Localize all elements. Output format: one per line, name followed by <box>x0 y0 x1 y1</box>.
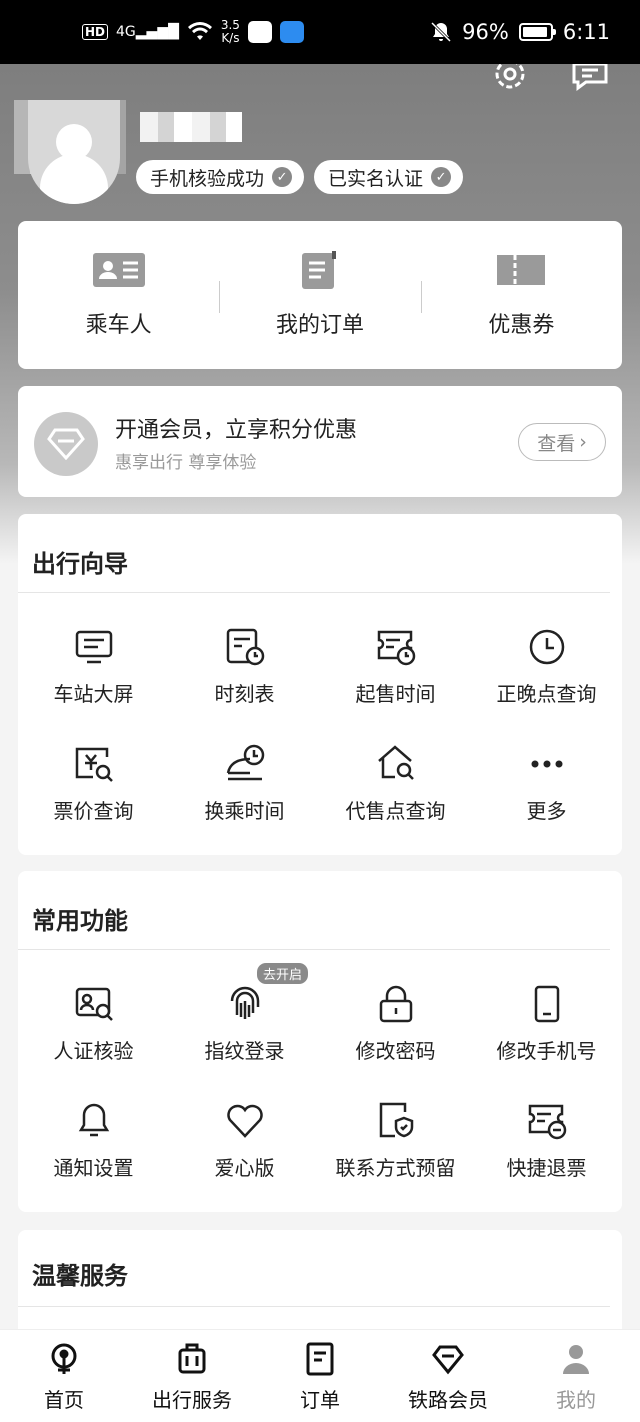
luggage-icon <box>178 1343 206 1374</box>
refund-ticket-icon <box>528 1104 566 1140</box>
user-icon <box>563 1345 589 1374</box>
coupon-icon <box>497 255 546 285</box>
check-icon: ✓ <box>272 167 293 187</box>
fare-query-item[interactable]: 票价查询 <box>18 735 169 852</box>
station-screen-item[interactable]: 车站大屏 <box>18 618 169 735</box>
change-phone-item[interactable]: 修改手机号 <box>471 975 622 1092</box>
phone-verified-badge[interactable]: 手机核验成功 ✓ <box>136 160 305 194</box>
train-home-icon <box>51 1343 77 1374</box>
fingerprint-icon <box>230 986 259 1019</box>
verification-badges: 手机核验成功 ✓ 已实名认证 ✓ <box>136 160 464 194</box>
train-clock-icon <box>226 744 264 781</box>
common-functions-section: 常用功能 人证核验 去开启 指纹登录 修改密码 修改手机号 通知设置 爱心版 联… <box>18 871 622 1212</box>
enable-tag: 去开启 <box>257 963 309 984</box>
agency-query-item[interactable]: 代售点查询 <box>320 735 471 852</box>
bell-icon <box>78 1103 109 1137</box>
tab-mine[interactable]: 我的 <box>512 1330 640 1422</box>
check-icon: ✓ <box>431 167 452 187</box>
travel-guide-section: 出行向导 车站大屏 时刻表 起售时间 正晚点查询 票价查询 换乘时间 代售点查询… <box>18 514 622 855</box>
username-blurred <box>140 112 242 142</box>
quick-refund-item[interactable]: 快捷退票 <box>471 1092 622 1209</box>
shield-doc-icon <box>379 1102 413 1138</box>
bottom-tab-bar: 首页 出行服务 订单 铁路会员 我的 <box>0 1329 640 1422</box>
header-actions <box>490 64 610 94</box>
passengers-link[interactable]: 乘车人 <box>18 251 219 339</box>
schedule-icon <box>226 628 264 666</box>
quick-links-card: 乘车人 我的订单 优惠券 <box>18 221 622 369</box>
my-orders-link[interactable]: 我的订单 <box>219 251 420 339</box>
battery-percent: 96% <box>462 20 509 44</box>
wifi-icon <box>187 22 212 40</box>
delay-query-item[interactable]: 正晚点查询 <box>471 618 622 735</box>
status-bar: HD 4G▂▄▆█ 3.5 K/s 96% 6:11 <box>0 0 640 64</box>
battery-icon <box>518 23 556 41</box>
face-id-icon <box>75 987 113 1021</box>
clock: 6:11 <box>562 20 610 44</box>
monitor-icon <box>75 630 112 664</box>
ticket-clock-icon <box>377 630 415 666</box>
settings-icon[interactable] <box>490 64 530 94</box>
diamond-icon <box>34 412 98 476</box>
lock-icon <box>379 985 412 1023</box>
tab-home[interactable]: 首页 <box>0 1330 128 1422</box>
network-speed: 3.5 K/s <box>220 18 240 45</box>
diamond-icon <box>432 1345 464 1375</box>
avatar[interactable] <box>28 100 120 204</box>
transfer-time-item[interactable]: 换乘时间 <box>169 735 320 852</box>
coupons-link[interactable]: 优惠券 <box>420 251 622 339</box>
care-mode-item[interactable]: 爱心版 <box>169 1092 320 1209</box>
app-notification-icon <box>247 21 272 43</box>
chevron-right-icon: › <box>579 431 587 453</box>
id-card-icon <box>92 253 145 287</box>
change-password-item[interactable]: 修改密码 <box>320 975 471 1092</box>
order-icon <box>306 1342 334 1376</box>
view-member-button[interactable]: 查看 › <box>518 423 606 461</box>
hd-indicator: HD <box>82 24 109 40</box>
house-search-icon <box>377 745 414 780</box>
divider <box>18 949 610 950</box>
contact-reserve-item[interactable]: 联系方式预留 <box>320 1092 471 1209</box>
more-dots-icon <box>531 760 562 768</box>
warm-services-section: 温馨服务 <box>18 1230 622 1340</box>
section-title: 温馨服务 <box>32 1262 128 1290</box>
divider <box>18 592 610 593</box>
mute-bell-icon <box>431 21 452 43</box>
member-subtitle: 惠享出行 尊享体验 <box>115 453 257 473</box>
heart-icon <box>226 1104 263 1138</box>
message-icon[interactable] <box>570 64 610 94</box>
sale-time-item[interactable]: 起售时间 <box>320 618 471 735</box>
section-title: 常用功能 <box>32 907 128 935</box>
membership-card[interactable]: 开通会员，立享积分优惠 惠享出行 尊享体验 查看 › <box>18 386 622 497</box>
notification-settings-item[interactable]: 通知设置 <box>18 1092 169 1209</box>
divider <box>18 1306 610 1307</box>
phone-icon <box>534 985 559 1023</box>
timetable-item[interactable]: 时刻表 <box>169 618 320 735</box>
fingerprint-login-item[interactable]: 去开启 指纹登录 <box>169 963 320 1092</box>
id-verify-item[interactable]: 人证核验 <box>18 975 169 1092</box>
more-item[interactable]: 更多 <box>471 735 622 852</box>
app-notification-icon-2 <box>279 21 304 43</box>
tab-orders[interactable]: 订单 <box>256 1330 384 1422</box>
realname-verified-badge[interactable]: 已实名认证 ✓ <box>314 160 464 194</box>
clock-icon <box>529 629 564 665</box>
member-title: 开通会员，立享积分优惠 <box>115 418 358 443</box>
tab-travel-services[interactable]: 出行服务 <box>128 1330 256 1422</box>
fare-search-icon <box>75 747 113 782</box>
section-title: 出行向导 <box>32 550 128 578</box>
tab-railway-member[interactable]: 铁路会员 <box>384 1330 512 1422</box>
order-doc-icon <box>301 251 336 289</box>
signal-icon: 4G▂▄▆█ <box>116 24 179 40</box>
